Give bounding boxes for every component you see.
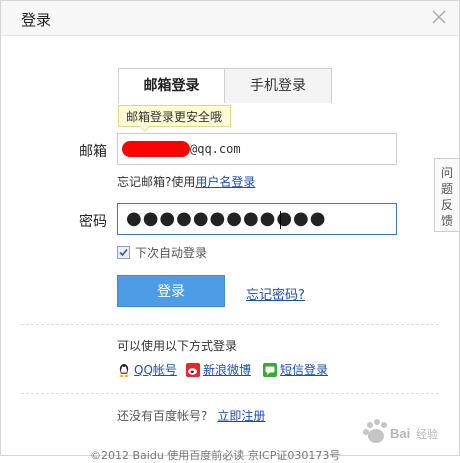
dialog-title: 登录 [21,11,52,29]
login-button[interactable]: 登录 [117,275,225,307]
tooltip-text: 邮箱登录更安全哦 [126,110,223,124]
login-dialog: 登录 邮箱登录 手机登录 邮箱登录更安全哦 邮箱 @qq.com 忘记邮箱?使用… [0,0,460,456]
login-tabs: 邮箱登录 手机登录 [118,68,332,103]
weibo-login-link[interactable]: 新浪微博 [186,361,251,378]
forgot-email-line: 忘记邮箱?使用用户名登录 [117,173,255,190]
email-field[interactable]: @qq.com [117,133,397,165]
divider [21,393,439,394]
username-login-link[interactable]: 用户名登录 [195,175,255,189]
text-caret [280,211,281,229]
register-text: 还没有百度帐号? [117,409,208,423]
divider [21,324,439,325]
email-domain-text: @qq.com [190,142,241,156]
weibo-login-label: 新浪微博 [203,363,252,377]
feedback-tab[interactable]: 问 题 反 馈 [434,158,459,232]
svg-text:Bai: Bai [390,426,410,441]
qq-login-label: QQ帐号 [134,363,177,377]
sms-login-link[interactable]: 短信登录 [263,361,328,378]
remember-checkbox[interactable] [117,246,130,259]
close-icon[interactable] [431,9,447,25]
feedback-char: 反 [440,198,453,212]
feedback-char: 问 [440,166,453,180]
email-label: 邮箱 [79,144,107,160]
tooltip-arrow-fill [140,126,150,131]
tab-email-login[interactable]: 邮箱登录 [119,69,225,103]
alt-login-heading: 可以使用以下方式登录 [117,339,238,353]
redaction-mark [122,141,190,157]
dialog-titlebar: 登录 [1,1,459,36]
forgot-password-link[interactable]: 忘记密码? [246,284,305,303]
qq-icon [117,363,131,377]
remember-label: 下次自动登录 [135,246,208,260]
feedback-char: 馈 [440,214,453,228]
sms-icon [263,363,277,377]
register-link[interactable]: 立即注册 [217,409,265,423]
password-masked-value: ●●●●●●●●●●●● [126,208,327,229]
tab-phone-login[interactable]: 手机登录 [225,69,331,103]
check-icon [119,248,128,257]
register-line: 还没有百度帐号? 立即注册 [117,407,265,424]
qq-login-link[interactable]: QQ帐号 [117,361,177,378]
svg-text:经验: 经验 [416,427,438,441]
security-tooltip: 邮箱登录更安全哦 [118,105,231,132]
sms-login-label: 短信登录 [280,363,329,377]
footer-text: ©2012 Baidu 使用百度前必读 京ICP证030173号 [90,449,341,462]
password-field[interactable]: ●●●●●●●●●●●● [117,203,397,235]
weibo-icon [186,363,200,377]
remember-me[interactable]: 下次自动登录 [117,244,207,261]
password-label: 密码 [79,214,107,230]
forgot-email-text: 忘记邮箱?使用 [117,175,196,189]
baidu-jingyan-watermark: Bai 经验 [360,416,452,450]
feedback-char: 题 [440,182,453,196]
